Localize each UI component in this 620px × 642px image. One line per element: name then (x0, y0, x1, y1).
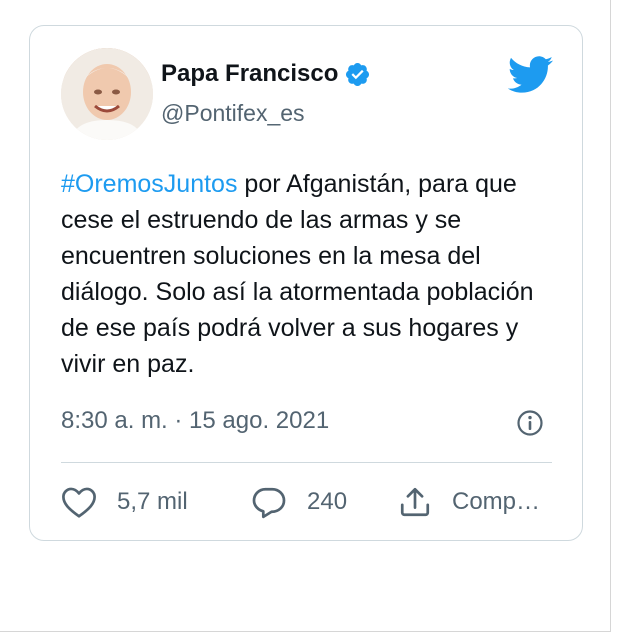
like-count: 5,7 mil (117, 488, 188, 515)
reply-button[interactable]: 240 (251, 481, 347, 523)
like-button[interactable]: 5,7 mil (61, 481, 188, 523)
author-name-text: Papa Francisco (161, 60, 339, 87)
hashtag-link[interactable]: #OremosJuntos (61, 170, 237, 198)
author-name[interactable]: Papa Francisco (161, 60, 371, 88)
tweet-timestamp[interactable]: 8:30 a. m. · 15 ago. 2021 (61, 407, 329, 435)
tweet-card[interactable]: Papa Francisco @Pontifex_es #OremosJunto… (29, 25, 583, 541)
tweet-text: #OremosJuntos por Afganistán, para que c… (61, 166, 541, 382)
share-button[interactable]: Comp… (398, 481, 540, 523)
twitter-bird-icon[interactable] (507, 56, 554, 94)
author-handle[interactable]: @Pontifex_es (161, 100, 305, 127)
avatar[interactable] (61, 48, 153, 140)
tweet-body: por Afganistán, para que cese el estruen… (61, 170, 534, 378)
info-icon[interactable] (516, 409, 544, 437)
share-icon (398, 485, 432, 519)
divider (61, 462, 552, 463)
share-label: Comp… (452, 488, 541, 515)
action-bar: 5,7 mil 240 Comp… (61, 481, 552, 523)
verified-badge-icon (344, 61, 371, 88)
reply-bubble-icon (251, 485, 287, 519)
reply-count: 240 (307, 488, 348, 515)
heart-icon (61, 485, 97, 519)
